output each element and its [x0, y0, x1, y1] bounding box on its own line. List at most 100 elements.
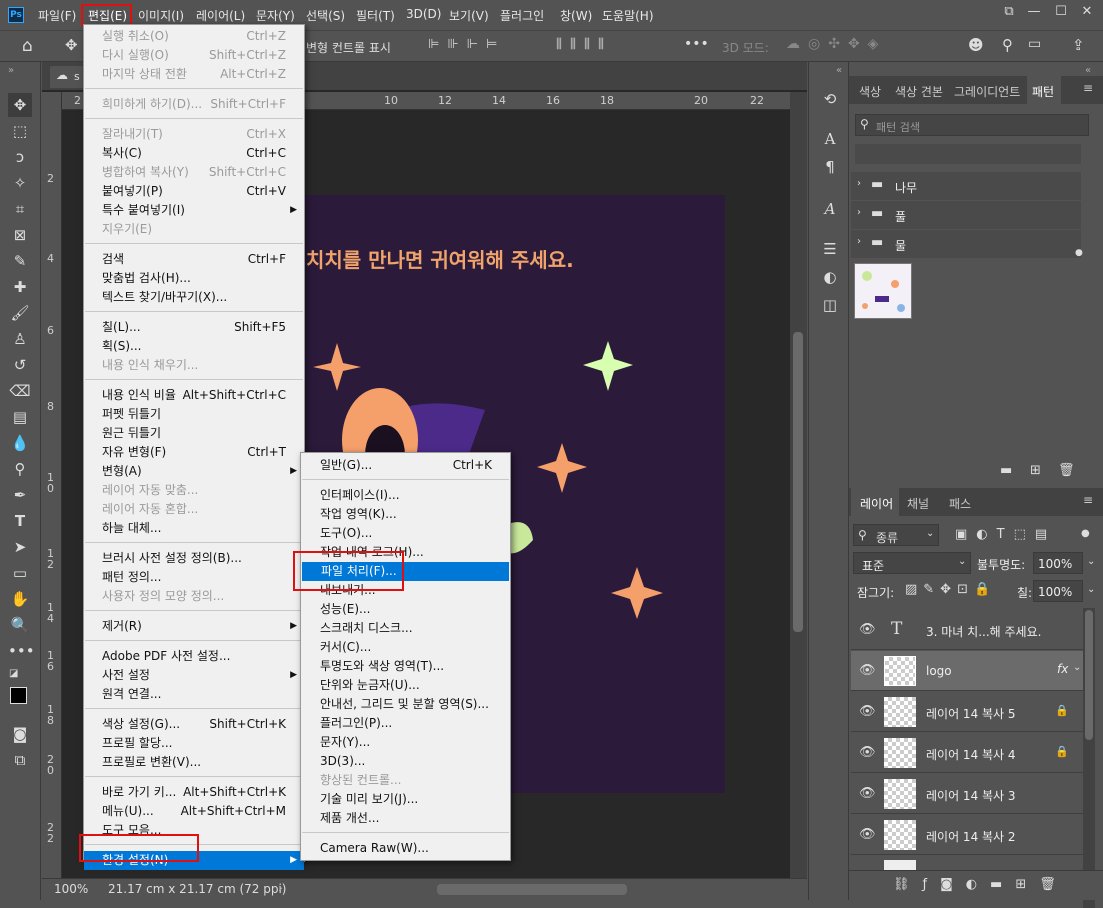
- menu-select[interactable]: 선택(S): [306, 7, 345, 24]
- minimize-button[interactable]: —: [1020, 2, 1048, 22]
- move-tool-icon[interactable]: ✥: [8, 93, 32, 117]
- menu-item-텍스트-찾기-바꾸기[interactable]: 텍스트 찾기/바꾸기(X)...: [84, 288, 304, 307]
- user-icon[interactable]: ☻: [968, 36, 984, 54]
- menu-item-성능[interactable]: 성능(E)...: [301, 600, 510, 619]
- transform-controls-label[interactable]: 변형 컨트롤 표시: [306, 39, 391, 56]
- paragraph-panel-icon[interactable]: ¶: [819, 156, 841, 178]
- pattern-search-input[interactable]: ⚲ 패턴 검색: [855, 114, 1089, 136]
- scroll-thumb[interactable]: [793, 332, 803, 632]
- tab-gradients[interactable]: 그레이디언트: [954, 83, 1020, 100]
- layer-row[interactable]: 👁 레이어 14 복사 5 🔒: [851, 692, 1083, 732]
- menu-item-adobe-pdf-사전-설정[interactable]: Adobe PDF 사전 설정...: [84, 647, 304, 666]
- eye-icon[interactable]: 👁: [859, 704, 876, 719]
- menu-item-메뉴[interactable]: 메뉴(U)... Alt+Shift+Ctrl+M: [84, 802, 304, 821]
- lasso-tool-icon[interactable]: ↄ: [8, 145, 32, 169]
- menu-plugins[interactable]: 플러그인: [500, 7, 544, 24]
- pattern-thumbnail[interactable]: [854, 263, 912, 319]
- gradient-tool-icon[interactable]: ▤: [8, 405, 32, 429]
- menu-item-자유-변형[interactable]: 자유 변형(F) Ctrl+T: [84, 443, 304, 462]
- layer-row[interactable]: 👁 레이어 14 복사 2: [851, 815, 1083, 855]
- eye-icon[interactable]: 👁: [859, 663, 876, 678]
- eye-icon[interactable]: 👁: [859, 786, 876, 801]
- menu-image[interactable]: 이미지(I): [138, 7, 184, 24]
- panel-menu-icon[interactable]: ≡: [1083, 493, 1093, 507]
- horizontal-scrollbar[interactable]: [437, 884, 627, 895]
- eye-icon[interactable]: 👁: [859, 827, 876, 842]
- new-folder-icon[interactable]: ▬: [1000, 463, 1012, 478]
- folder-row[interactable]: › ▬ 풀: [851, 201, 1081, 229]
- share-icon[interactable]: ⇪: [1072, 36, 1085, 54]
- menu-item-사전-설정[interactable]: 사전 설정 ▶: [84, 666, 304, 685]
- quick-mask-icon[interactable]: ◙: [8, 722, 32, 746]
- layer-filter-kind-select[interactable]: ⚲ 종류 ⌄: [853, 524, 939, 546]
- foreground-color-swatch[interactable]: [10, 687, 27, 704]
- filter-toggle-icon[interactable]: ●: [1081, 528, 1090, 539]
- adjustments-panel-icon[interactable]: ☰: [819, 238, 841, 260]
- layer-actions-icons[interactable]: ⛓ƒ◙◐▬⊞🗑: [893, 877, 1069, 892]
- zoom-tool-icon[interactable]: 🔍: [8, 613, 32, 637]
- more-options-icon[interactable]: •••: [684, 36, 709, 52]
- crop-tool-icon[interactable]: ⌗: [8, 197, 32, 221]
- align-icons[interactable]: ⊫⊪⊩⊨: [428, 37, 505, 52]
- chevron-right-icon[interactable]: ›: [857, 207, 861, 218]
- menu-item-원근-뒤틀기[interactable]: 원근 뒤틀기: [84, 424, 304, 443]
- status-arrow-icon[interactable]: ›: [278, 881, 283, 895]
- menu-item-제거[interactable]: 제거(R) ▶: [84, 617, 304, 636]
- vertical-scrollbar[interactable]: [790, 92, 807, 878]
- menu-item-바로-가기-키[interactable]: 바로 가기 키... Alt+Shift+Ctrl+K: [84, 783, 304, 802]
- fx-badge[interactable]: fx: [1057, 662, 1068, 676]
- close-button[interactable]: ✕: [1073, 2, 1101, 22]
- menu-item-붙여넣기[interactable]: 붙여넣기(P) Ctrl+V: [84, 182, 304, 201]
- tab-color[interactable]: 색상: [859, 83, 881, 100]
- layer-row-selected[interactable]: 👁 logo fx ⌄: [851, 651, 1083, 691]
- document-size-info[interactable]: 21.17 cm x 21.17 cm (72 ppi): [108, 882, 286, 896]
- lock-icons[interactable]: ▨✎✥⊡🔒: [905, 582, 996, 597]
- panel-menu-icon[interactable]: ≡: [1083, 81, 1093, 95]
- menu-type[interactable]: 문자(Y): [256, 7, 295, 24]
- layer-row-partial[interactable]: [851, 856, 1083, 870]
- eye-icon[interactable]: 👁: [859, 745, 876, 760]
- menu-item-퍼펫-뒤틀기[interactable]: 퍼펫 뒤틀기: [84, 405, 304, 424]
- tab-layers[interactable]: 레이어: [851, 488, 899, 516]
- eye-icon[interactable]: 👁: [859, 622, 876, 637]
- hand-tool-icon[interactable]: ✋: [8, 587, 32, 611]
- magic-wand-icon[interactable]: ✧: [8, 171, 32, 195]
- marquee-tool-icon[interactable]: ⬚: [8, 119, 32, 143]
- layer-filter-icons[interactable]: ▣◐T⬚▤: [955, 527, 1056, 542]
- menu-item-검색[interactable]: 검색 Ctrl+F: [84, 250, 304, 269]
- menu-item-특수-붙여넣기[interactable]: 특수 붙여넣기(I) ▶: [84, 201, 304, 220]
- menu-filter[interactable]: 필터(T): [356, 7, 395, 24]
- menu-item-프로필-할당[interactable]: 프로필 할당...: [84, 734, 304, 753]
- dodge-tool-icon[interactable]: ⚲: [8, 457, 32, 481]
- blend-mode-select[interactable]: 표준 ⌄: [853, 552, 971, 574]
- menu-item-도구[interactable]: 도구(O)...: [301, 524, 510, 543]
- menu-layer[interactable]: 레이어(L): [196, 7, 245, 24]
- collapse-icon[interactable]: »: [8, 65, 14, 76]
- menu-item-안내선-그리드-및-분할-영역[interactable]: 안내선, 그리드 및 분할 영역(S)...: [301, 695, 510, 714]
- chevron-down-icon[interactable]: ⌄: [1087, 556, 1095, 567]
- menu-item-복사[interactable]: 복사(C) Ctrl+C: [84, 144, 304, 163]
- libraries-panel-icon[interactable]: ◫: [819, 294, 841, 316]
- menu-help[interactable]: 도움말(H): [602, 7, 654, 24]
- tab-swatches[interactable]: 색상 견본: [895, 83, 943, 100]
- menu-item-내용-인식-비율[interactable]: 내용 인식 비율 Alt+Shift+Ctrl+C: [84, 386, 304, 405]
- menu-item-스크래치-디스크[interactable]: 스크래치 디스크...: [301, 619, 510, 638]
- layer-row[interactable]: 👁 레이어 14 복사 3: [851, 774, 1083, 814]
- layers-scrollbar[interactable]: [1083, 608, 1095, 908]
- menu-item-3d[interactable]: 3D(3)...: [301, 752, 510, 771]
- layer-row[interactable]: 👁 T 3. 마녀 치...해 주세요.: [851, 610, 1083, 650]
- glyphs-panel-icon[interactable]: A: [819, 198, 841, 220]
- workspace-icon[interactable]: ▭: [1028, 36, 1041, 52]
- healing-brush-icon[interactable]: ✚: [8, 275, 32, 299]
- properties-panel-icon[interactable]: ◐: [819, 266, 841, 288]
- fill-input[interactable]: 100%: [1033, 580, 1083, 602]
- scroll-thumb[interactable]: [1085, 610, 1093, 740]
- menu-item-하늘-대체[interactable]: 하늘 대체...: [84, 519, 304, 538]
- chevron-right-icon[interactable]: ›: [857, 178, 861, 189]
- default-colors-icon[interactable]: ◪: [9, 668, 18, 679]
- collapse-icon[interactable]: «: [1085, 65, 1091, 76]
- layer-row[interactable]: 👁 레이어 14 복사 4 🔒: [851, 733, 1083, 773]
- eyedropper-icon[interactable]: ✎: [8, 249, 32, 273]
- blur-tool-icon[interactable]: 💧: [8, 431, 32, 455]
- pen-tool-icon[interactable]: ✒: [8, 483, 32, 507]
